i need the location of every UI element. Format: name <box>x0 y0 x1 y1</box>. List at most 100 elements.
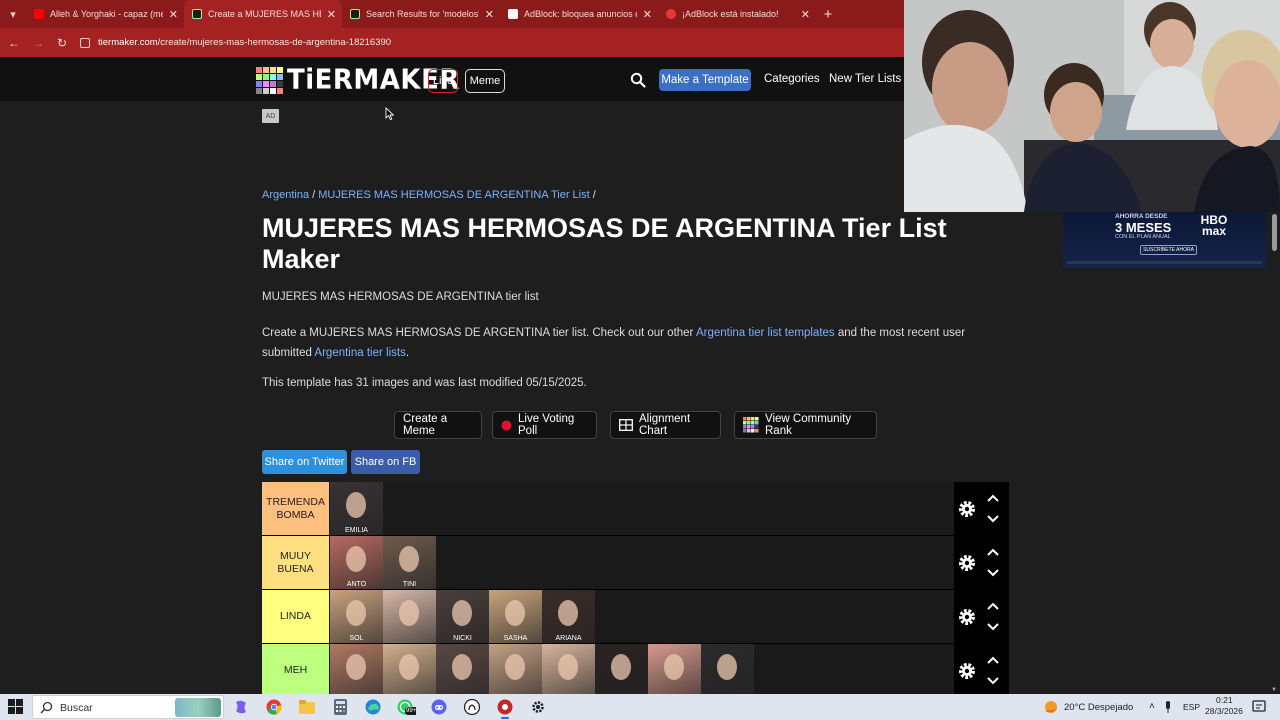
reload-icon[interactable]: ↻ <box>50 28 74 57</box>
ad-badge[interactable]: AD <box>262 109 279 123</box>
tier-item-image[interactable] <box>383 590 436 643</box>
tier-item-image[interactable] <box>489 644 542 697</box>
move-down-chevron-icon[interactable] <box>987 569 999 577</box>
tier-item-image[interactable]: ANTO <box>330 536 383 589</box>
ad-text: CON EL PLAN ANUAL <box>1115 234 1171 240</box>
move-down-chevron-icon[interactable] <box>987 677 999 685</box>
create-meme-button[interactable]: Create a Meme <box>394 411 482 439</box>
new-tier-lists-link[interactable]: New Tier Lists <box>829 73 901 85</box>
move-up-chevron-icon[interactable] <box>987 494 999 502</box>
windows-start-icon[interactable] <box>8 699 23 714</box>
tier-item-image[interactable]: ARIANA <box>542 590 595 643</box>
settings-gear-icon[interactable] <box>957 499 977 519</box>
move-up-chevron-icon[interactable] <box>987 602 999 610</box>
tier-item-name: SASHA <box>503 635 528 642</box>
settings-gear-icon[interactable] <box>957 607 977 627</box>
settings-gear-icon[interactable] <box>957 553 977 573</box>
ad-cta[interactable]: SUSCRÍBETE AHORA <box>1140 245 1197 255</box>
live-button[interactable]: Live <box>428 69 458 93</box>
tier-item-image[interactable]: TINI <box>383 536 436 589</box>
share-facebook-button[interactable]: Share on FB <box>351 450 420 474</box>
chrome-icon[interactable] <box>264 697 284 717</box>
tier-items[interactable]: ANTO TINI <box>329 536 1009 589</box>
tier-item-image[interactable] <box>542 644 595 697</box>
weather-text[interactable]: 20°C Despejado <box>1064 702 1133 713</box>
tier-item-image[interactable] <box>330 644 383 697</box>
breadcrumb-current-link[interactable]: MUJERES MAS HERMOSAS DE ARGENTINA Tier L… <box>318 189 589 201</box>
search-icon[interactable] <box>630 72 646 88</box>
breadcrumb-category-link[interactable]: Argentina <box>262 189 309 201</box>
back-arrow-icon[interactable]: ← <box>2 28 26 57</box>
alignment-chart-button[interactable]: Alignment Chart <box>610 411 721 439</box>
move-up-chevron-icon[interactable] <box>987 656 999 664</box>
tier-label[interactable]: MUUY BUENA <box>262 536 329 589</box>
tier-label[interactable]: TREMENDA BOMBA <box>262 482 329 535</box>
tab-close-icon[interactable]: ✕ <box>327 8 336 21</box>
whatsapp-icon[interactable]: 99+ <box>396 697 416 717</box>
browser-tab-3[interactable]: AdBlock: bloquea anuncios en la web ✕ <box>500 0 658 28</box>
move-down-chevron-icon[interactable] <box>987 623 999 631</box>
tray-chevron-up-icon[interactable]: ˄ <box>1149 701 1155 712</box>
grid-icon <box>619 419 633 431</box>
forward-arrow-icon[interactable]: → <box>26 28 50 57</box>
tab-close-icon[interactable]: ✕ <box>485 8 494 21</box>
address-bar[interactable]: tiermaker.com/create/mujeres-mas-hermosa… <box>80 32 391 54</box>
share-twitter-button[interactable]: Share on Twitter <box>262 450 347 474</box>
move-up-chevron-icon[interactable] <box>987 548 999 556</box>
chrome-profile-icon[interactable] <box>495 697 515 719</box>
tab-close-icon[interactable]: ✕ <box>643 8 652 21</box>
new-tab-button[interactable]: + <box>816 0 840 28</box>
meme-button[interactable]: Meme <box>465 69 505 93</box>
community-rank-button[interactable]: View Community Rank <box>734 411 877 439</box>
tier-items[interactable] <box>329 644 1009 697</box>
argentina-templates-link[interactable]: Argentina tier list templates <box>696 327 835 339</box>
tab-close-icon[interactable]: ✕ <box>801 8 810 21</box>
edge-icon[interactable] <box>363 697 383 717</box>
file-explorer-icon[interactable] <box>297 697 317 717</box>
tier-item-image[interactable] <box>383 644 436 697</box>
hbo-max-ad[interactable]: AHORRA DESDE 3 MESES CON EL PLAN ANUAL S… <box>1063 212 1266 268</box>
clock-time[interactable]: 0:21 <box>1216 695 1233 705</box>
discord-icon[interactable] <box>429 697 449 717</box>
language-indicator[interactable]: ESP <box>1183 702 1200 712</box>
tab-search-chevron-icon[interactable]: ▾ <box>0 0 26 28</box>
settings-gear-icon[interactable] <box>528 697 548 717</box>
github-icon[interactable] <box>462 697 482 717</box>
tier-item-image[interactable] <box>436 644 489 697</box>
tier-label[interactable]: MEH <box>262 644 329 697</box>
tier-item-image[interactable]: EMILIA <box>330 482 383 535</box>
live-voting-button[interactable]: Live Voting Poll <box>492 411 597 439</box>
tier-row: LINDA SOL NICKI SASHA ARIANA <box>262 590 1009 644</box>
browser-tab-0[interactable]: Alleh & Yorghaki - capaz (merengue) ✕ <box>26 0 184 28</box>
tier-item-image[interactable]: NICKI <box>436 590 489 643</box>
browser-tab-4[interactable]: ¡AdBlock está instalado! ✕ <box>658 0 816 28</box>
copilot-icon[interactable] <box>231 697 251 717</box>
tier-label[interactable]: LINDA <box>262 590 329 643</box>
taskbar-search-box[interactable]: Buscar <box>32 695 224 719</box>
argentina-tier-lists-link[interactable]: Argentina tier lists <box>314 347 405 359</box>
weather-sun-icon[interactable] <box>1043 699 1059 715</box>
notification-icon[interactable] <box>1252 700 1266 714</box>
calculator-icon[interactable] <box>330 697 350 717</box>
tier-item-image[interactable]: SOL <box>330 590 383 643</box>
tab-close-icon[interactable]: ✕ <box>169 8 178 21</box>
tier-item-image[interactable]: SASHA <box>489 590 542 643</box>
tier-item-image[interactable] <box>648 644 701 697</box>
make-template-button[interactable]: Make a Template <box>659 69 751 91</box>
tier-item-image[interactable] <box>595 644 648 697</box>
site-info-icon[interactable] <box>80 37 90 48</box>
browser-tab-2[interactable]: Search Results for 'modelos' - TierMaker… <box>342 0 500 28</box>
tier-items[interactable]: SOL NICKI SASHA ARIANA <box>329 590 1009 643</box>
browser-tab-1[interactable]: Create a MUJERES MAS HERMOSAS ✕ <box>184 0 342 28</box>
tier-item-image[interactable] <box>701 644 754 697</box>
page-scrollbar[interactable]: ▼ <box>1270 212 1280 694</box>
scroll-down-arrow-icon[interactable]: ▼ <box>1271 687 1277 693</box>
move-down-chevron-icon[interactable] <box>987 515 999 523</box>
clock-date[interactable]: 28/3/2026 <box>1205 706 1243 716</box>
face-shape <box>346 546 366 572</box>
scrollbar-thumb[interactable] <box>1272 214 1277 251</box>
tier-items[interactable]: EMILIA <box>329 482 1009 535</box>
settings-gear-icon[interactable] <box>957 661 977 681</box>
categories-link[interactable]: Categories <box>764 73 820 85</box>
microphone-icon[interactable] <box>1164 701 1172 713</box>
